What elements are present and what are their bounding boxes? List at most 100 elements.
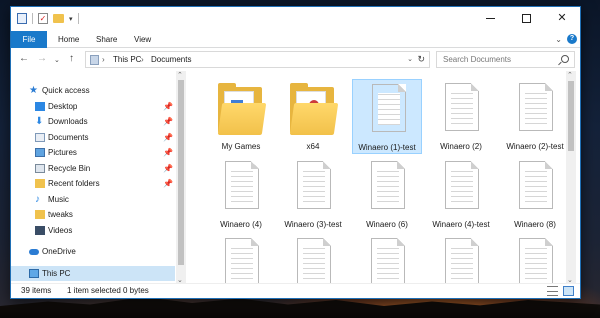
checkmark-icon[interactable]: ✓ — [38, 13, 48, 24]
file-item-winaero-4[interactable]: Winaero (4) — [206, 157, 276, 232]
forward-arrow-icon[interactable]: → — [37, 53, 47, 65]
address-history-chevron-icon[interactable]: ⌄ — [407, 52, 413, 67]
file-item[interactable] — [426, 234, 496, 284]
back-arrow-icon[interactable]: ← — [19, 53, 29, 65]
breadcrumb-documents[interactable]: Documents — [151, 52, 191, 67]
file-name: Winaero (8) — [514, 220, 556, 229]
sidebar-item-recycle-bin[interactable]: Recycle Bin 📌 — [11, 161, 175, 176]
document-icon — [445, 83, 479, 131]
recent-locations-chevron-icon[interactable]: ⌄ — [54, 55, 60, 67]
sidebar-item-this-pc[interactable]: This PC — [11, 266, 175, 281]
properties-icon[interactable] — [17, 13, 27, 24]
nav-pane-scrollbar[interactable]: ⌃ ⌄ — [176, 71, 186, 284]
sidebar-item-downloads[interactable]: ⬇ Downloads 📌 — [11, 114, 175, 129]
onedrive-icon — [29, 249, 39, 255]
file-item-winaero-4-test[interactable]: Winaero (4)-test — [426, 157, 496, 232]
large-icons-view-icon[interactable] — [563, 286, 574, 296]
navigation-row: ← → ⌄ ↑ › This PC › Documents ⌄ ↻ Search… — [11, 49, 580, 70]
file-item-x64[interactable]: x64 — [278, 79, 348, 154]
sidebar-item-label: Music — [48, 195, 69, 204]
customize-toolbar-icon[interactable]: ▾ — [69, 15, 73, 23]
tab-share[interactable]: Share — [96, 31, 117, 48]
pin-icon[interactable]: 📌 — [163, 114, 173, 129]
sidebar-item-documents[interactable]: Documents 📌 — [11, 130, 175, 145]
breadcrumb-separator[interactable]: › — [102, 53, 105, 67]
scroll-up-icon[interactable]: ⌃ — [177, 71, 183, 79]
sidebar-item-music[interactable]: ♪ Music — [11, 192, 175, 207]
maximize-button[interactable] — [508, 7, 544, 29]
document-icon — [519, 83, 553, 131]
details-view-icon[interactable] — [547, 286, 558, 296]
search-icon[interactable] — [561, 55, 569, 63]
sidebar-item-label: Documents — [48, 133, 89, 142]
file-item-winaero-1-test[interactable]: Winaero (1)-test — [352, 79, 422, 154]
pin-icon[interactable]: 📌 — [163, 99, 173, 114]
expand-ribbon-icon[interactable]: ⌄ — [555, 35, 562, 44]
folder-icon — [35, 210, 45, 219]
file-item-winaero-3-test[interactable]: Winaero (3)-test — [278, 157, 348, 232]
file-item-winaero-2-test[interactable]: Winaero (2)-test — [500, 79, 564, 154]
selection-size: 0 bytes — [123, 286, 149, 295]
sidebar-item-label: OneDrive — [42, 247, 76, 256]
up-arrow-icon[interactable]: ↑ — [69, 53, 74, 65]
breadcrumb-this-pc[interactable]: This PC — [113, 52, 141, 67]
quick-access-toolbar: ✓ ▾ — [17, 13, 79, 24]
this-pc-icon — [90, 55, 99, 65]
file-name: Winaero (1)-test — [358, 143, 416, 152]
tab-view[interactable]: View — [134, 31, 151, 48]
pin-icon[interactable]: 📌 — [163, 130, 173, 145]
tab-file[interactable]: File — [11, 31, 47, 48]
sidebar-item-desktop[interactable]: Desktop 📌 — [11, 99, 175, 114]
star-icon: ★ — [29, 85, 38, 96]
close-button[interactable]: ✕ — [544, 7, 580, 29]
sidebar-item-recent-folders[interactable]: Recent folders 📌 — [11, 176, 175, 191]
file-item-winaero-2[interactable]: Winaero (2) — [426, 79, 496, 154]
file-item-my-games[interactable]: My Games — [206, 79, 276, 154]
refresh-icon[interactable]: ↻ — [417, 52, 425, 67]
address-bar[interactable]: › This PC › Documents ⌄ ↻ — [85, 51, 430, 68]
status-bar: 39 items 1 item selected 0 bytes — [11, 283, 580, 298]
sidebar-item-label: tweaks — [48, 210, 73, 219]
scrollbar-thumb[interactable] — [178, 80, 184, 265]
pin-icon[interactable]: 📌 — [163, 176, 173, 191]
sidebar-item-videos[interactable]: Videos — [11, 223, 175, 238]
minimize-button[interactable] — [472, 7, 508, 29]
pin-icon[interactable]: 📌 — [163, 161, 173, 176]
file-item-winaero-6[interactable]: Winaero (6) — [352, 157, 422, 232]
file-name: Winaero (2) — [440, 142, 482, 151]
breadcrumb-separator[interactable]: › — [141, 52, 144, 67]
file-item[interactable] — [278, 234, 348, 284]
document-icon — [445, 161, 479, 209]
new-folder-icon[interactable] — [53, 14, 64, 23]
file-name: Winaero (2)-test — [506, 142, 564, 151]
sidebar-item-quick-access[interactable]: ★ Quick access — [11, 83, 175, 98]
sidebar-item-pictures[interactable]: Pictures 📌 — [11, 145, 175, 160]
window-controls: ✕ — [472, 7, 580, 29]
search-input[interactable]: Search Documents — [436, 51, 575, 68]
document-icon — [445, 238, 479, 284]
pin-icon[interactable]: 📌 — [163, 145, 173, 160]
videos-icon — [35, 226, 45, 235]
file-item[interactable] — [352, 234, 422, 284]
sidebar-item-tweaks[interactable]: tweaks — [11, 207, 175, 222]
file-name: Winaero (6) — [366, 220, 408, 229]
scrollbar-thumb[interactable] — [568, 81, 574, 151]
file-name: Winaero (3)-test — [284, 220, 342, 229]
help-icon[interactable]: ? — [567, 34, 577, 44]
maximize-icon — [521, 13, 531, 23]
scroll-up-icon[interactable]: ⌃ — [567, 71, 573, 79]
file-list: My Games x64 Winaero (1)-test Winaero (2… — [189, 71, 564, 284]
pictures-icon — [35, 148, 45, 157]
content-scrollbar[interactable]: ⌃ ⌄ — [566, 71, 576, 284]
document-icon — [225, 238, 259, 284]
file-item-winaero-8[interactable]: Winaero (8) — [500, 157, 564, 232]
file-name: My Games — [221, 142, 261, 151]
sidebar-item-label: Downloads — [48, 117, 88, 126]
sidebar-item-onedrive[interactable]: OneDrive — [11, 244, 175, 259]
tab-home[interactable]: Home — [58, 31, 79, 48]
file-item[interactable] — [500, 234, 564, 284]
selection-count: 1 item selected — [67, 286, 121, 295]
file-name: Winaero (4)-test — [432, 220, 490, 229]
folder-icon — [217, 83, 267, 135]
file-item[interactable] — [206, 234, 276, 284]
